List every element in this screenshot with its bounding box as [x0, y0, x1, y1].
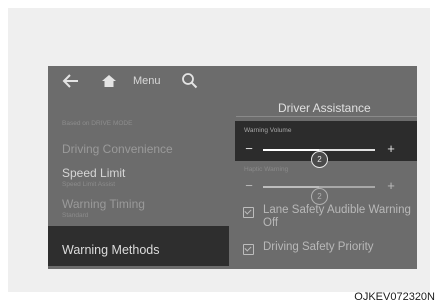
option-label: Driving Safety Priority — [263, 241, 374, 253]
menu-button[interactable]: Menu — [133, 74, 161, 88]
back-arrow-icon[interactable] — [62, 73, 80, 89]
warning-volume-setting: Warning Volume − 2 + — [235, 121, 417, 168]
figure-frame: Menu Based on DRIVE MODE Driving Conveni… — [8, 8, 430, 292]
menu-item-warning-timing[interactable]: Warning Timing Standard — [48, 197, 229, 227]
menu-item-sublabel: Speed Limit Assist — [62, 181, 116, 188]
settings-menu-list: Based on DRIVE MODE Driving Convenience … — [48, 96, 229, 269]
checkbox-checked[interactable] — [243, 244, 254, 255]
haptic-warning-caption: Haptic Warning — [244, 166, 289, 173]
menu-item-label: Warning Methods — [62, 243, 160, 257]
haptic-warning-slider[interactable]: − 2 + — [235, 176, 417, 205]
slider-knob[interactable]: 2 — [311, 188, 328, 205]
top-bar: Menu — [48, 66, 417, 96]
volume-decrease-button[interactable]: − — [243, 141, 255, 157]
figure-code: OJKEV072320N — [354, 291, 435, 303]
menu-item-speed-limit[interactable]: Speed Limit Speed Limit Assist — [48, 166, 229, 196]
menu-item-label: Driving Convenience — [62, 142, 173, 156]
slider-track[interactable]: 2 — [263, 186, 375, 205]
drive-mode-caption: Based on DRIVE MODE — [62, 120, 133, 127]
menu-item-sublabel: Standard — [62, 212, 89, 219]
warning-volume-caption: Warning Volume — [244, 127, 292, 134]
warning-volume-slider[interactable]: − 2 + — [235, 139, 417, 168]
driving-safety-priority-option[interactable]: Driving Safety Priority — [243, 241, 413, 257]
menu-item-label: Speed Limit — [62, 166, 126, 180]
home-icon[interactable] — [101, 74, 117, 88]
slider-fill — [263, 149, 319, 151]
title-divider — [236, 116, 417, 117]
slider-knob[interactable]: 2 — [311, 151, 328, 168]
checkbox-checked[interactable] — [243, 207, 254, 218]
slider-fill — [263, 186, 319, 188]
slider-track[interactable]: 2 — [263, 149, 375, 168]
haptic-decrease-button[interactable]: − — [243, 178, 255, 194]
menu-item-label: Warning Timing — [62, 197, 145, 211]
volume-increase-button[interactable]: + — [385, 141, 397, 157]
haptic-increase-button[interactable]: + — [385, 178, 397, 194]
display-screen: Menu Based on DRIVE MODE Driving Conveni… — [48, 66, 417, 269]
option-label: Lane Safety Audible Warning Off — [263, 204, 411, 229]
panel-title: Driver Assistance — [278, 101, 371, 115]
menu-item-warning-methods[interactable]: Warning Methods — [48, 226, 229, 266]
search-icon[interactable] — [181, 72, 198, 89]
menu-item-driving-convenience[interactable]: Driving Convenience — [48, 138, 229, 160]
lane-safety-audible-warning-off-option[interactable]: Lane Safety Audible Warning Off — [243, 204, 413, 232]
